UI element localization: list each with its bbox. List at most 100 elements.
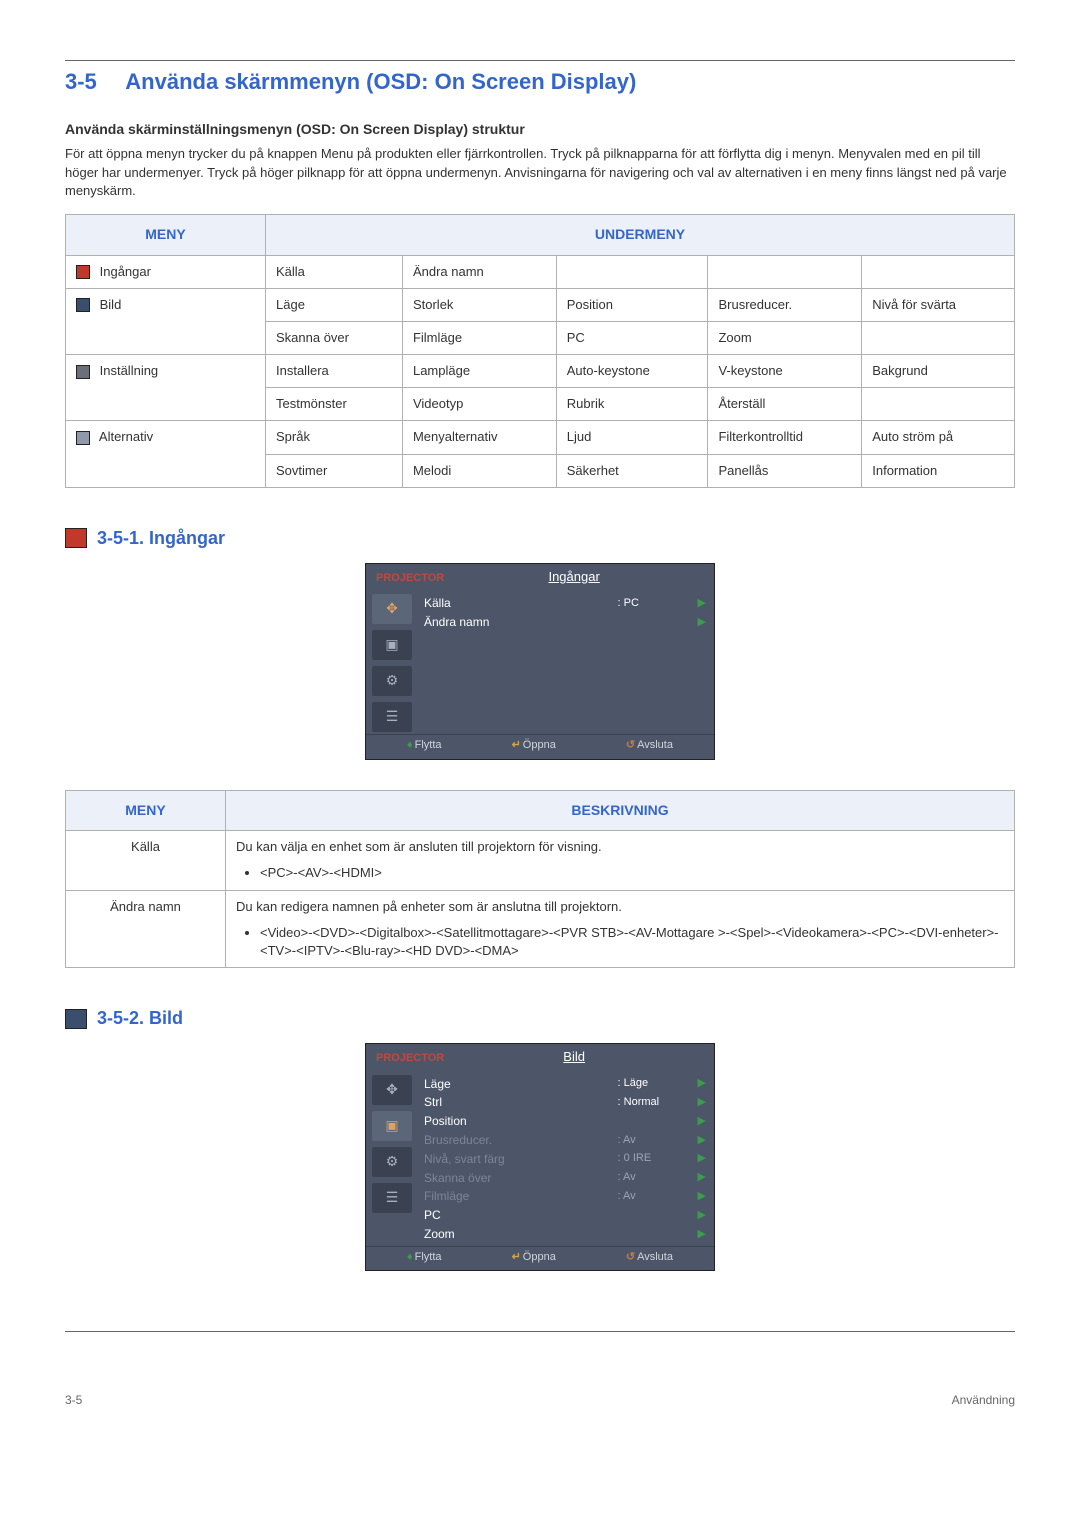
osd-row-value: : Av <box>618 1170 698 1185</box>
section-2-title: Bild <box>149 1006 183 1031</box>
submenu-cell: Nivå för svärta <box>862 288 1015 321</box>
desc-menu-cell: Ändra namn <box>66 890 226 968</box>
menu-cell-ingangar: Ingångar <box>66 255 266 288</box>
osd-sidebar: ✥ ▣ ⚙ ☰ <box>366 1071 418 1246</box>
menu-cell-bild: Bild <box>66 288 266 354</box>
submenu-cell: Panellås <box>708 454 862 487</box>
menu-cell-installning: Inställning <box>66 355 266 421</box>
osd-side-option-icon: ☰ <box>372 1183 412 1213</box>
osd-row-label: Brusreducer. <box>424 1132 618 1149</box>
submenu-cell: Lampläge <box>402 355 556 388</box>
osd-spacer <box>422 632 708 702</box>
heading-number: 3-5 <box>65 67 120 98</box>
osd-row-label: Skanna över <box>424 1170 618 1187</box>
submenu-cell: Information <box>862 454 1015 487</box>
submenu-cell: Källa <box>266 255 403 288</box>
osd-row: Ändra namn▶ <box>422 613 708 632</box>
osd-row: Källa: PC▶ <box>422 594 708 613</box>
arrow-right-icon: ▶ <box>698 1151 706 1166</box>
setup-icon <box>76 365 90 379</box>
osd-row: Zoom▶ <box>422 1225 708 1244</box>
submenu-cell: Filmläge <box>402 321 556 354</box>
osd-row: Brusreducer.: Av▶ <box>422 1131 708 1150</box>
desc-text: Du kan välja en enhet som är ansluten ti… <box>236 839 602 854</box>
menu-cell-alternativ: Alternativ <box>66 421 266 487</box>
table-row: Källa Du kan välja en enhet som är anslu… <box>66 831 1015 890</box>
submenu-cell: Ljud <box>556 421 708 454</box>
osd-footer: ♦Flytta ↵Öppna ↺Avsluta <box>366 1246 714 1270</box>
section-1-title: Ingångar <box>149 526 225 551</box>
input-section-icon <box>65 528 87 548</box>
osd-side-picture-icon: ▣ <box>372 1111 412 1141</box>
submenu-cell: Sovtimer <box>266 454 403 487</box>
desc-bullet-list: <Video>-<DVD>-<Digitalbox>-<Satellitmott… <box>260 924 1004 960</box>
osd-row: Läge: Läge▶ <box>422 1075 708 1094</box>
table-row: Inställning Installera Lampläge Auto-key… <box>66 355 1015 388</box>
desc-table-head-row: MENY BESKRIVNING <box>66 790 1015 831</box>
osd-row: Position▶ <box>422 1112 708 1131</box>
osd-row: Filmläge: Av▶ <box>422 1187 708 1206</box>
osd-footer: ♦Flytta ↵Öppna ↺Avsluta <box>366 734 714 758</box>
osd-footer-exit: ↺Avsluta <box>626 738 673 753</box>
footer-right: Användning <box>952 1392 1015 1409</box>
osd-screenshot-ingangar: PROJECTOR Ingångar ✥ ▣ ⚙ ☰ Källa: PC▶ Än… <box>365 563 715 760</box>
submenu-cell: V-keystone <box>708 355 862 388</box>
osd-footer-move: ♦Flytta <box>407 1250 442 1265</box>
osd-row-label: Strl <box>424 1094 618 1111</box>
page-heading: 3-5 Använda skärmmenyn (OSD: On Screen D… <box>65 67 1015 98</box>
intro-paragraph: För att öppna menyn trycker du på knappe… <box>65 145 1015 200</box>
section-1-num: 3-5-1. <box>97 526 144 551</box>
footer-rule <box>65 1331 1015 1332</box>
osd-row: Nivå, svart färg: 0 IRE▶ <box>422 1150 708 1169</box>
osd-row-label: Zoom <box>424 1226 618 1243</box>
osd-row-value: : Av <box>618 1133 698 1148</box>
osd-side-input-icon: ✥ <box>372 594 412 624</box>
submenu-cell: Filterkontrolltid <box>708 421 862 454</box>
submenu-cell: Videotyp <box>402 388 556 421</box>
arrow-right-icon: ▶ <box>698 1133 706 1148</box>
osd-footer-open: ↵Öppna <box>512 1250 556 1265</box>
submenu-cell: Storlek <box>402 288 556 321</box>
submenu-cell: Brusreducer. <box>708 288 862 321</box>
picture-section-icon <box>65 1009 87 1029</box>
desc-text-cell: Du kan välja en enhet som är ansluten ti… <box>226 831 1015 890</box>
menu-label: Alternativ <box>99 429 153 444</box>
osd-body: ✥ ▣ ⚙ ☰ Läge: Läge▶Strl: Normal▶Position… <box>366 1071 714 1246</box>
desc-bullet: <PC>-<AV>-<HDMI> <box>260 864 1004 882</box>
osd-row: Strl: Normal▶ <box>422 1093 708 1112</box>
osd-row-value: : 0 IRE <box>618 1151 698 1166</box>
menu-table-head-row: MENY UNDERMENY <box>66 214 1015 255</box>
submenu-cell: Auto ström på <box>862 421 1015 454</box>
osd-footer-exit: ↺Avsluta <box>626 1250 673 1265</box>
submenu-cell: Installera <box>266 355 403 388</box>
osd-side-picture-icon: ▣ <box>372 630 412 660</box>
th-beskrivning: BESKRIVNING <box>226 790 1015 831</box>
submenu-cell: Melodi <box>402 454 556 487</box>
section-2-num: 3-5-2. <box>97 1006 144 1031</box>
osd-body: ✥ ▣ ⚙ ☰ Källa: PC▶ Ändra namn▶ <box>366 590 714 734</box>
submenu-cell: Återställ <box>708 388 862 421</box>
table-row: Ändra namn Du kan redigera namnen på enh… <box>66 890 1015 968</box>
submenu-cell <box>556 255 708 288</box>
desc-bullet: <Video>-<DVD>-<Digitalbox>-<Satellitmott… <box>260 924 1004 960</box>
submenu-cell: Skanna över <box>266 321 403 354</box>
osd-row-value: : Av <box>618 1189 698 1204</box>
sub-heading: Använda skärminställningsmenyn (OSD: On … <box>65 120 1015 140</box>
submenu-cell: Säkerhet <box>556 454 708 487</box>
table-row: Alternativ Språk Menyalternativ Ljud Fil… <box>66 421 1015 454</box>
osd-brand: PROJECTOR <box>376 571 444 586</box>
osd-side-setup-icon: ⚙ <box>372 666 412 696</box>
osd-main: Källa: PC▶ Ändra namn▶ <box>418 590 714 734</box>
submenu-cell: Testmönster <box>266 388 403 421</box>
submenu-cell: PC <box>556 321 708 354</box>
arrow-right-icon: ▶ <box>698 1189 706 1204</box>
table-row: Bild Läge Storlek Position Brusreducer. … <box>66 288 1015 321</box>
footer-left: 3-5 <box>65 1392 82 1409</box>
th-menu: MENY <box>66 214 266 255</box>
submenu-cell: Zoom <box>708 321 862 354</box>
osd-row-label: Filmläge <box>424 1188 618 1205</box>
arrow-right-icon: ▶ <box>698 1208 706 1223</box>
osd-brand: PROJECTOR <box>376 1051 444 1066</box>
osd-footer-move: ♦Flytta <box>407 738 442 753</box>
submenu-cell <box>862 255 1015 288</box>
